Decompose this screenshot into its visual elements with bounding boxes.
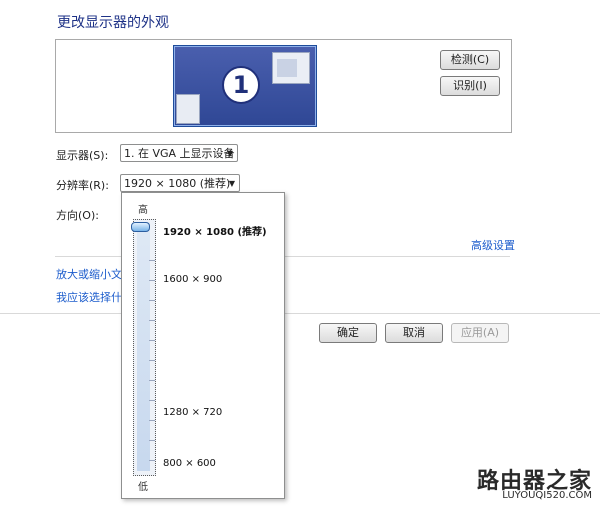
resolution-option[interactable]: 1280 × 720	[163, 407, 222, 418]
detect-button[interactable]: 检测(C)	[440, 50, 500, 70]
display-label: 显示器(S):	[56, 149, 109, 162]
resolution-option[interactable]: 800 × 600	[163, 458, 216, 469]
mini-taskbar-icon	[176, 94, 200, 124]
resolution-option[interactable]: 1600 × 900	[163, 274, 222, 285]
chevron-down-icon: ▼	[226, 149, 233, 158]
cancel-button[interactable]: 取消	[385, 323, 443, 343]
monitor-1-thumbnail[interactable]: 1	[173, 45, 317, 127]
resolution-slider-thumb[interactable]	[131, 222, 150, 232]
resolution-label: 分辨率(R):	[56, 179, 109, 192]
high-label: 高	[138, 205, 148, 216]
resolution-dropdown: 高 低 1920 × 1080 (推荐) 1600 × 900 1280 × 7…	[121, 192, 285, 499]
low-label: 低	[138, 482, 148, 493]
ok-button[interactable]: 确定	[319, 323, 377, 343]
resolution-option[interactable]: 1920 × 1080 (推荐)	[163, 223, 267, 238]
display-select-value: 1. 在 VGA 上显示设备	[124, 147, 235, 160]
footer-divider	[0, 313, 600, 314]
mini-window-icon	[272, 52, 310, 84]
apply-button[interactable]: 应用(A)	[451, 323, 509, 343]
display-select[interactable]: 1. 在 VGA 上显示设备 ▼	[120, 144, 238, 162]
resolution-select-value: 1920 × 1080 (推荐)	[124, 177, 231, 190]
page-title: 更改显示器的外观	[57, 15, 169, 31]
advanced-settings-link[interactable]: 高级设置	[471, 237, 515, 253]
resolution-select[interactable]: 1920 × 1080 (推荐) ▼	[120, 174, 240, 192]
monitor-number-badge: 1	[222, 66, 260, 104]
orientation-label: 方向(O):	[56, 209, 99, 222]
resolution-slider-track[interactable]	[133, 219, 156, 476]
chevron-down-icon: ▼	[228, 179, 235, 188]
watermark-url: LUYOUQI520.COM	[502, 490, 592, 501]
identify-button[interactable]: 识别(I)	[440, 76, 500, 96]
